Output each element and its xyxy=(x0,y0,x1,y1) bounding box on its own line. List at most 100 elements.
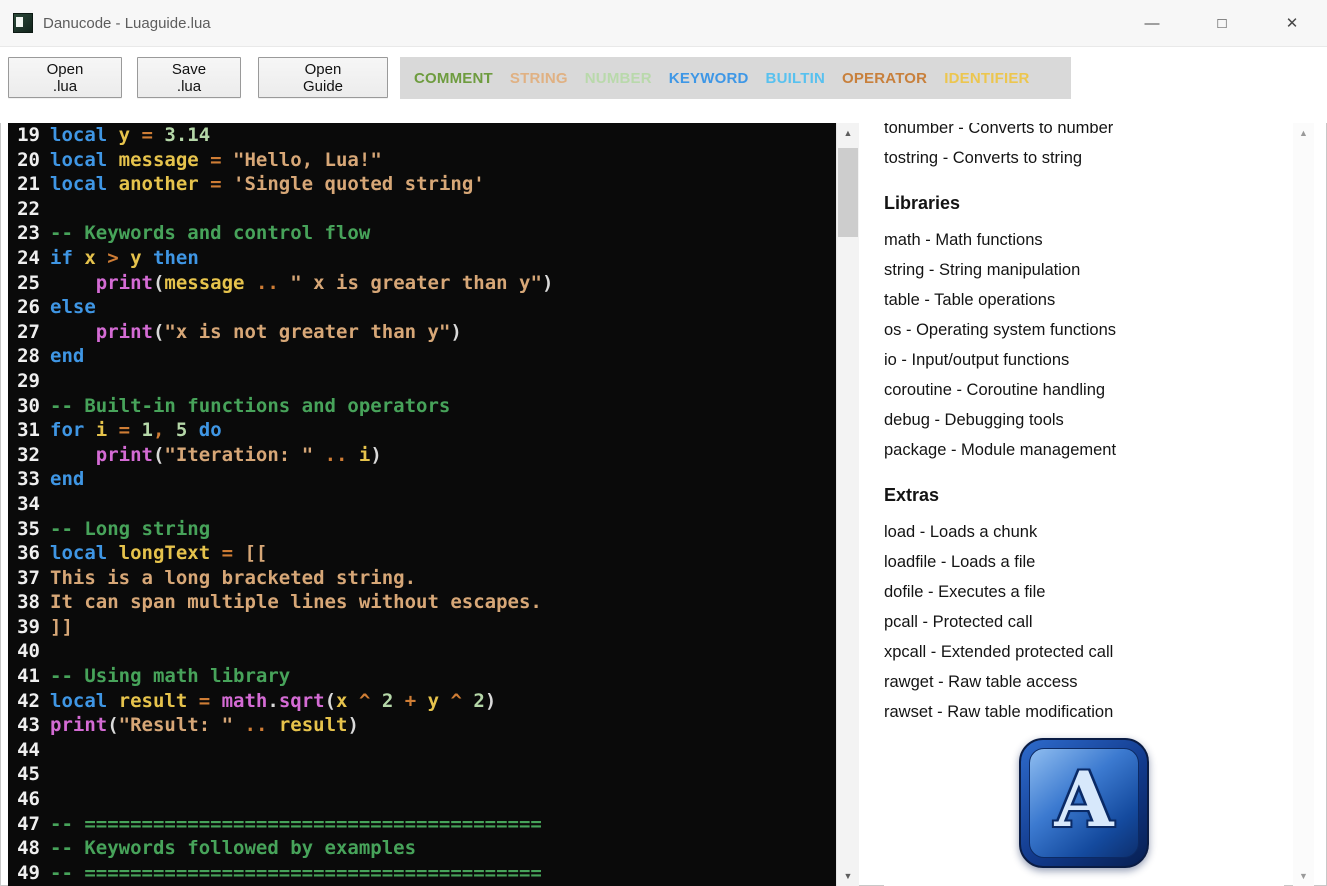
line-number: 37 xyxy=(8,566,40,591)
guide-item: rawset - Raw table modification xyxy=(884,697,1284,727)
guide-item: debug - Debugging tools xyxy=(884,405,1284,435)
scroll-down-icon: ▼ xyxy=(844,872,853,881)
line-number: 44 xyxy=(8,738,40,763)
code-line: 20local message = "Hello, Lua!" xyxy=(8,148,836,173)
guide-section-header: Extras xyxy=(884,479,1284,511)
guide-list: tonumber - Converts to numbertostring - … xyxy=(884,123,1284,727)
titlebar: Danucode - Luaguide.lua — □ ✕ xyxy=(0,0,1327,47)
code-line: 41-- Using math library xyxy=(8,664,836,689)
toolbar: Open .lua Save .lua Open Guide COMMENT ST… xyxy=(0,47,1327,123)
guide-item: pcall - Protected call xyxy=(884,607,1284,637)
guide-item: loadfile - Loads a file xyxy=(884,547,1284,577)
guide-item: xpcall - Extended protected call xyxy=(884,637,1284,667)
code-line: 40 xyxy=(8,639,836,664)
line-number: 39 xyxy=(8,615,40,640)
code-line: 31for i = 1, 5 do xyxy=(8,418,836,443)
line-number: 43 xyxy=(8,713,40,738)
legend-string: STRING xyxy=(510,70,568,87)
editor-scrollbar-thumb[interactable] xyxy=(838,148,858,237)
code-lines: 19local y = 3.1420local message = "Hello… xyxy=(8,123,836,885)
danucode-logo: A xyxy=(1019,738,1149,868)
guide-item: table - Table operations xyxy=(884,285,1284,315)
legend-comment: COMMENT xyxy=(414,70,493,87)
syntax-legend: COMMENTSTRINGNUMBERKEYWORDBUILTINOPERATO… xyxy=(400,57,1071,99)
guide-panel: tonumber - Converts to numbertostring - … xyxy=(884,123,1284,886)
editor-scrollbar[interactable]: ▲ ▼ xyxy=(836,123,859,886)
code-line: 29 xyxy=(8,369,836,394)
line-number: 21 xyxy=(8,172,40,197)
line-number: 28 xyxy=(8,344,40,369)
line-number: 47 xyxy=(8,812,40,837)
code-line: 33end xyxy=(8,467,836,492)
code-line: 34 xyxy=(8,492,836,517)
window-controls: — □ ✕ xyxy=(1117,0,1327,46)
line-number: 22 xyxy=(8,197,40,222)
code-line: 36local longText = [[ xyxy=(8,541,836,566)
app-icon-glyph xyxy=(16,17,23,27)
code-line: 23-- Keywords and control flow xyxy=(8,221,836,246)
open-lua-button[interactable]: Open .lua xyxy=(8,57,122,98)
code-editor[interactable]: 19local y = 3.1420local message = "Hello… xyxy=(8,123,836,886)
guide-scroll-down-button[interactable]: ▼ xyxy=(1293,866,1314,886)
maximize-icon: □ xyxy=(1217,15,1226,32)
code-line: 47-- ===================================… xyxy=(8,812,836,837)
line-number: 30 xyxy=(8,394,40,419)
code-line: 46 xyxy=(8,787,836,812)
guide-item: coroutine - Coroutine handling xyxy=(884,375,1284,405)
save-lua-button[interactable]: Save .lua xyxy=(137,57,241,98)
app-icon xyxy=(13,13,33,33)
legend-builtin: BUILTIN xyxy=(766,70,825,87)
code-line: 37This is a long bracketed string. xyxy=(8,566,836,591)
guide-scrollbar[interactable]: ▲ ▼ xyxy=(1293,123,1314,886)
guide-item: tonumber - Converts to number xyxy=(884,123,1284,143)
line-number: 26 xyxy=(8,295,40,320)
code-line: 30-- Built-in functions and operators xyxy=(8,394,836,419)
code-line: 38It can span multiple lines without esc… xyxy=(8,590,836,615)
guide-item: tostring - Converts to string xyxy=(884,143,1284,173)
line-number: 38 xyxy=(8,590,40,615)
line-number: 45 xyxy=(8,762,40,787)
close-icon: ✕ xyxy=(1286,14,1299,32)
code-line: 43print("Result: " .. result) xyxy=(8,713,836,738)
guide-section-header: Libraries xyxy=(884,187,1284,219)
line-number: 46 xyxy=(8,787,40,812)
danucode-logo-frame: A xyxy=(1029,748,1139,858)
line-number: 32 xyxy=(8,443,40,468)
editor-scroll-down-button[interactable]: ▼ xyxy=(837,866,859,886)
line-number: 35 xyxy=(8,517,40,542)
line-number: 42 xyxy=(8,689,40,714)
line-number: 41 xyxy=(8,664,40,689)
guide-item: io - Input/output functions xyxy=(884,345,1284,375)
app-window: Danucode - Luaguide.lua — □ ✕ Open .lua … xyxy=(0,0,1327,886)
guide-scroll-up-button[interactable]: ▲ xyxy=(1293,123,1314,143)
code-line: 42local result = math.sqrt(x ^ 2 + y ^ 2… xyxy=(8,689,836,714)
line-number: 40 xyxy=(8,639,40,664)
code-line: 28end xyxy=(8,344,836,369)
code-line: 39]] xyxy=(8,615,836,640)
code-line: 48-- Keywords followed by examples xyxy=(8,836,836,861)
line-number: 19 xyxy=(8,123,40,148)
guide-item: package - Module management xyxy=(884,435,1284,465)
line-number: 25 xyxy=(8,271,40,296)
maximize-button[interactable]: □ xyxy=(1187,0,1257,46)
code-line: 44 xyxy=(8,738,836,763)
code-line: 27 print("x is not greater than y") xyxy=(8,320,836,345)
close-button[interactable]: ✕ xyxy=(1257,0,1327,46)
scroll-up-icon: ▲ xyxy=(1299,129,1308,138)
code-line: 24if x > y then xyxy=(8,246,836,271)
guide-item: rawget - Raw table access xyxy=(884,667,1284,697)
code-line: 25 print(message .. " x is greater than … xyxy=(8,271,836,296)
open-guide-button[interactable]: Open Guide xyxy=(258,57,388,98)
minimize-button[interactable]: — xyxy=(1117,0,1187,46)
window-title: Danucode - Luaguide.lua xyxy=(43,15,211,32)
legend-keyword: KEYWORD xyxy=(669,70,749,87)
scroll-up-icon: ▲ xyxy=(844,129,853,138)
editor-scroll-up-button[interactable]: ▲ xyxy=(837,123,859,143)
scroll-down-icon: ▼ xyxy=(1299,872,1308,881)
guide-item: os - Operating system functions xyxy=(884,315,1284,345)
guide-item: string - String manipulation xyxy=(884,255,1284,285)
line-number: 23 xyxy=(8,221,40,246)
code-line: 45 xyxy=(8,762,836,787)
code-line: 21local another = 'Single quoted string' xyxy=(8,172,836,197)
line-number: 20 xyxy=(8,148,40,173)
